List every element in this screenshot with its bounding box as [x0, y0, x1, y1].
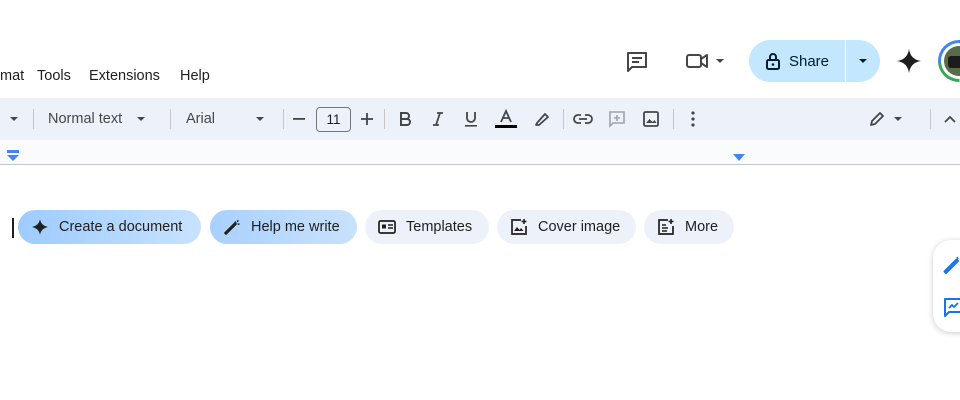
templates-icon [378, 218, 396, 236]
chip-more[interactable]: More [644, 210, 734, 244]
gemini-button[interactable] [895, 47, 923, 75]
chip-label: Cover image [538, 219, 621, 235]
add-comment-button[interactable] [606, 98, 628, 140]
chevron-down-icon [9, 116, 19, 122]
help-me-write-side-icon[interactable] [943, 254, 960, 276]
share-button-group: Share [749, 40, 880, 82]
decrease-font-size-button[interactable] [290, 98, 308, 140]
paragraph-style-value: Normal text [48, 111, 123, 127]
toolbar-divider [930, 109, 931, 129]
add-comment-icon [608, 110, 626, 128]
link-icon [573, 113, 593, 125]
zoom-dropdown-button[interactable] [6, 98, 22, 140]
share-dropdown-button[interactable] [846, 40, 880, 82]
comment-history-button[interactable] [622, 49, 652, 75]
menu-item-help[interactable]: Help [180, 68, 210, 84]
chip-templates[interactable]: Templates [365, 210, 489, 244]
insert-image-button[interactable] [640, 98, 662, 140]
chevron-down-icon [715, 58, 725, 64]
pencil-icon [869, 111, 885, 127]
insert-link-button[interactable] [572, 98, 594, 140]
chip-label: Create a document [59, 219, 183, 235]
menu-item-extensions[interactable]: Extensions [89, 68, 160, 84]
underline-button[interactable] [461, 98, 481, 140]
ruler-border [0, 164, 960, 165]
paragraph-style-select[interactable]: Normal text [48, 98, 160, 140]
meet-button[interactable] [680, 48, 730, 74]
left-indent-marker[interactable] [6, 150, 20, 162]
toolbar-divider [563, 109, 564, 129]
toolbar-divider [283, 109, 284, 129]
chip-label: Templates [406, 219, 473, 235]
bold-icon [399, 112, 411, 126]
hide-menus-button[interactable] [940, 98, 960, 140]
share-divider [845, 40, 846, 82]
italic-button[interactable] [428, 98, 448, 140]
minus-icon [293, 118, 305, 120]
sparkle-icon [31, 218, 49, 236]
more-add-icon [657, 218, 675, 236]
italic-icon [432, 112, 444, 126]
chip-cover-image[interactable]: Cover image [497, 210, 636, 244]
chevron-down-icon [255, 116, 265, 122]
chevron-down-icon [136, 116, 146, 122]
add-comment-side-icon[interactable] [943, 296, 960, 318]
share-button[interactable]: Share [749, 40, 845, 82]
chevron-up-icon [944, 115, 956, 123]
toolbar-divider [384, 109, 385, 129]
chevron-down-icon [893, 116, 903, 122]
chip-label: Help me write [251, 219, 340, 235]
right-indent-marker[interactable] [732, 154, 746, 162]
more-options-button[interactable] [684, 98, 702, 140]
account-avatar[interactable] [938, 40, 960, 82]
text-cursor [12, 218, 14, 238]
chip-label: More [685, 219, 719, 235]
comment-history-icon [625, 51, 649, 73]
toolbar-divider [673, 109, 674, 129]
font-family-select[interactable]: Arial [186, 98, 270, 140]
share-label: Share [788, 52, 830, 70]
plus-icon [361, 113, 373, 125]
editing-mode-button[interactable] [866, 98, 906, 140]
lock-icon [765, 52, 781, 70]
toolbar-divider [33, 109, 34, 129]
chip-help-me-write[interactable]: Help me write [210, 210, 357, 244]
image-icon [643, 111, 659, 127]
gemini-sparkle-icon [896, 48, 922, 74]
highlight-color-button[interactable] [531, 98, 553, 140]
chip-create-document[interactable]: Create a document [18, 210, 201, 244]
cover-image-icon [510, 218, 528, 236]
ruler [0, 140, 960, 165]
font-size-input[interactable]: 11 [316, 107, 351, 132]
chevron-down-icon [858, 58, 868, 64]
text-color-button[interactable] [493, 98, 519, 140]
toolbar-divider [170, 109, 171, 129]
magic-pen-icon [223, 218, 241, 236]
formatting-toolbar: Normal text Arial [0, 98, 960, 140]
increase-font-size-button[interactable] [358, 98, 376, 140]
side-action-panel [933, 240, 960, 332]
highlighter-icon [533, 111, 551, 127]
more-vert-icon [691, 111, 695, 127]
text-color-icon [494, 109, 518, 129]
bold-button[interactable] [395, 98, 415, 140]
font-family-value: Arial [186, 111, 216, 127]
menu-item-tools[interactable]: Tools [37, 68, 71, 84]
underline-icon [464, 111, 478, 127]
menu-item-format[interactable]: mat [0, 68, 24, 84]
meet-video-icon [685, 51, 711, 71]
